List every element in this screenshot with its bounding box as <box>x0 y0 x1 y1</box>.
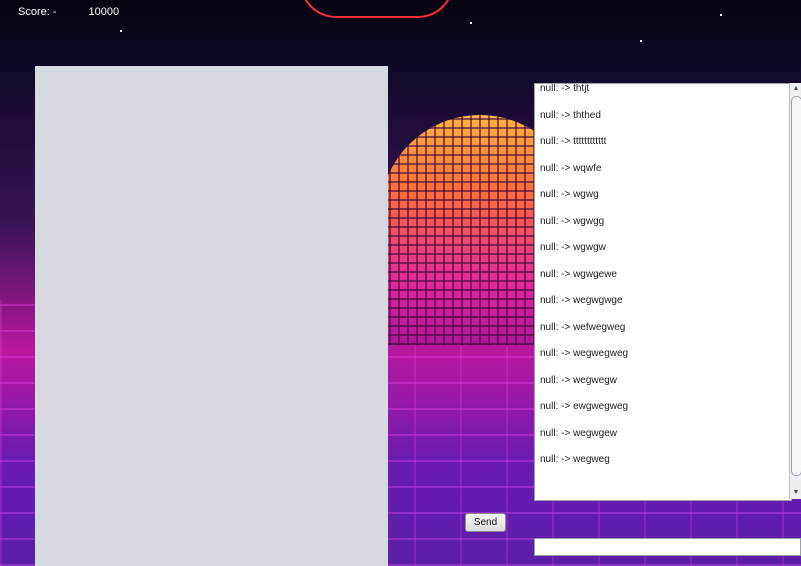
chat-message: null: -> wegwgwge <box>540 295 623 306</box>
star <box>720 14 722 16</box>
score-display: Score: - 10000 <box>18 6 119 18</box>
chat-message: null: -> wqwfe <box>540 162 602 174</box>
chat-message: null: -> thtjt <box>540 83 590 94</box>
chat-message: null: -> wegwegweg <box>540 348 629 359</box>
game-board-panel[interactable] <box>35 66 388 566</box>
chat-message: null: -> wegwgew <box>540 427 617 439</box>
star <box>640 40 642 42</box>
message-input[interactable] <box>534 538 801 556</box>
scroll-up-arrow-icon[interactable]: ▲ <box>790 83 801 95</box>
chat-message: null: -> wgwgw <box>540 242 606 253</box>
chat-message: null: -> wefwegweg <box>540 321 626 333</box>
star <box>470 22 472 24</box>
chat-message: null: -> wgwgg <box>540 215 605 227</box>
chat-message: null: -> wegwegw <box>540 374 617 386</box>
chat-message: null: -> wegweg <box>540 454 610 465</box>
chat-scrollbar[interactable]: ▲ ▼ <box>789 83 801 499</box>
scroll-down-arrow-icon[interactable]: ▼ <box>790 487 801 499</box>
chat-message: null: -> wgwgewe <box>540 268 617 280</box>
chat-message: null: -> tttttttttttt <box>540 136 607 147</box>
send-button[interactable]: Send <box>465 513 506 532</box>
score-value: 10000 <box>88 6 120 18</box>
star <box>120 30 122 32</box>
chat-message-list: null: -> thtjt null: -> ththed null: -> … <box>535 83 791 474</box>
chat-log[interactable]: null: -> thtjt null: -> ththed null: -> … <box>534 83 792 501</box>
chat-message: null: -> ewgwegweg <box>540 401 629 412</box>
score-label: Score: - <box>18 6 57 18</box>
red-scribble-decoration <box>300 0 454 18</box>
chat-message: null: -> ththed <box>540 109 601 121</box>
chat-message: null: -> wgwg <box>540 189 599 200</box>
scrollbar-thumb[interactable] <box>791 96 801 476</box>
